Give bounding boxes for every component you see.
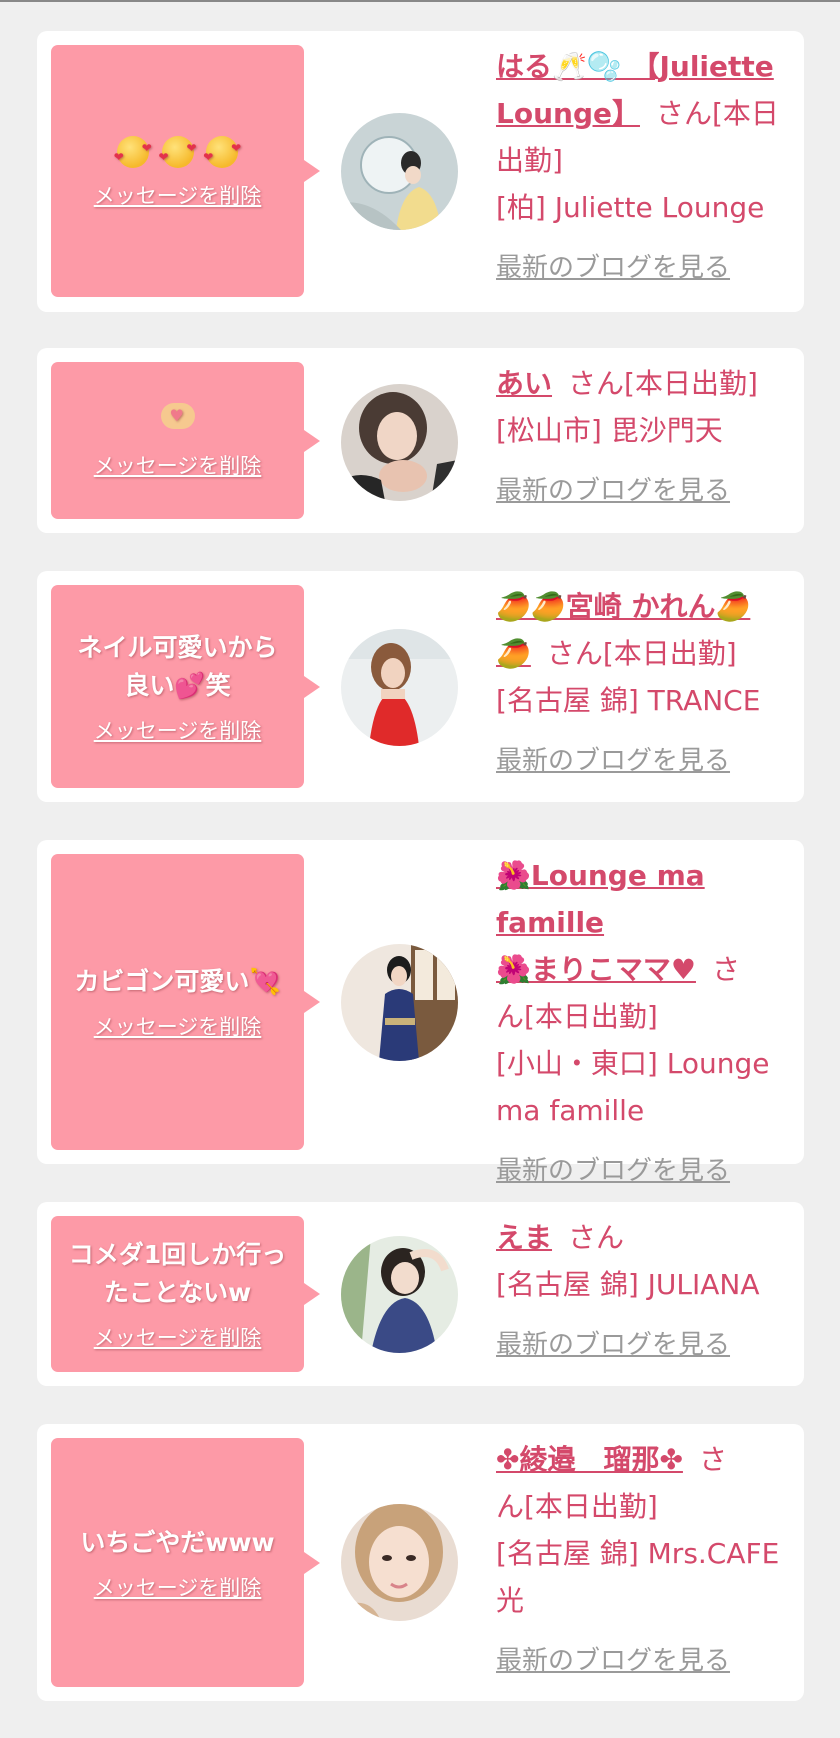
shop-area-cont: 光 <box>496 1584 525 1617</box>
shop-area: [柏] Juliette Lounge <box>496 191 765 224</box>
avatar[interactable] <box>341 113 458 230</box>
smiling-face-with-hearts-icon <box>114 129 152 176</box>
delete-message-link[interactable]: メッセージを削除 <box>94 450 262 480</box>
view-latest-blog-link[interactable]: 最新のブログを見る <box>496 468 730 515</box>
message-bubble: カビゴン可愛い💘 メッセージを削除 <box>51 854 320 1150</box>
cast-status: さん[本日出勤] <box>546 637 737 670</box>
cast-name-link[interactable]: えま <box>496 1221 552 1254</box>
avatar[interactable] <box>341 1504 458 1621</box>
shop-area: [松山市] 毘沙門天 <box>496 414 723 447</box>
cast-info: えま さん [名古屋 錦] JULIANA 最新のブログを見る <box>496 1214 796 1369</box>
cast-info: 🥭🥭宮崎 かれん🥭 🥭 さん[本日出勤] [名古屋 錦] TRANCE 最新のブロ… <box>496 583 796 785</box>
cast-name-link[interactable]: 🥭🥭宮崎 かれん🥭 <box>496 590 750 623</box>
delete-message-link[interactable]: メッセージを削除 <box>94 715 262 745</box>
cast-status: さん[本日出勤] <box>568 367 758 400</box>
cast-name-link[interactable]: あい <box>496 367 552 400</box>
cast-status-cont: ん[本日出勤] <box>496 1490 658 1523</box>
message-card: ネイル可愛いから 良い💕笑 メッセージを削除 🥭🥭宮崎 かれん🥭 🥭 さん[本日出… <box>37 571 804 802</box>
message-text: いちごやだwww <box>80 1527 275 1557</box>
cast-info: あい さん[本日出勤] [松山市] 毘沙門天 最新のブログを見る <box>496 360 796 515</box>
cast-info: ✤綾邉 瑠那✤ さ ん[本日出勤] [名古屋 錦] Mrs.CAFE 光 最新のブ… <box>496 1436 796 1685</box>
message-list: メッセージを削除 はる🥂🫧 【Juliette Lounge】さん[本日出勤] … <box>37 31 804 1701</box>
cast-info: 🌺Lounge ma famille 🌺まりこママ♥ さ ん[本日出勤] [小山・… <box>496 852 796 1195</box>
two-hearts-icon: 💕 <box>174 670 206 700</box>
message-text: ネイル可愛いから 良い💕笑 <box>77 632 278 700</box>
view-latest-blog-link[interactable]: 最新のブログを見る <box>496 738 730 785</box>
message-card: カビゴン可愛い💘 メッセージを削除 🌺Lounge ma famille 🌺まり… <box>37 840 804 1186</box>
delete-message-link[interactable]: メッセージを削除 <box>94 1322 262 1352</box>
avatar[interactable] <box>341 1236 458 1353</box>
message-emoji-row: ♥ <box>160 402 195 440</box>
delete-message-link[interactable]: メッセージを削除 <box>94 180 262 210</box>
cast-status: さん <box>568 1221 625 1254</box>
message-emoji-row <box>114 129 241 176</box>
shop-area: [名古屋 錦] Mrs.CAFE <box>496 1537 780 1570</box>
view-latest-blog-link[interactable]: 最新のブログを見る <box>496 1638 730 1685</box>
cast-name-link-cont[interactable]: Lounge】 <box>496 97 640 130</box>
shop-area-cont: ma famille <box>496 1094 645 1127</box>
avatar[interactable] <box>341 384 458 501</box>
cast-name-link[interactable]: ✤綾邉 瑠那✤ <box>496 1443 683 1476</box>
message-bubble: コメダ1回しか行っ たことないw メッセージを削除 <box>51 1216 320 1372</box>
delete-message-link[interactable]: メッセージを削除 <box>94 1011 262 1041</box>
message-card: ♥ メッセージを削除 あい さん[本日出勤] [松山市] 毘沙門天 最新のブログを… <box>37 348 804 533</box>
message-bubble: ネイル可愛いから 良い💕笑 メッセージを削除 <box>51 585 320 788</box>
message-bubble: メッセージを削除 <box>51 45 320 297</box>
message-card: いちごやだwww メッセージを削除 ✤綾邉 瑠那✤ さ ん[本日出勤] [名古屋 … <box>37 1424 804 1701</box>
heart-with-arrow-icon: 💘 <box>249 967 281 996</box>
cast-name-link[interactable]: はる🥂🫧 【Juliette <box>496 50 774 83</box>
view-latest-blog-link[interactable]: 最新のブログを見る <box>496 1148 730 1195</box>
avatar[interactable] <box>341 629 458 746</box>
smiling-face-with-hearts-icon <box>159 129 197 176</box>
message-card: メッセージを削除 はる🥂🫧 【Juliette Lounge】さん[本日出勤] … <box>37 31 804 312</box>
message-text: カビゴン可愛い💘 <box>74 967 281 996</box>
smiling-face-with-hearts-icon <box>203 129 241 176</box>
cast-status: さ <box>711 953 740 986</box>
status-divider <box>0 0 840 2</box>
cast-status: さ <box>698 1443 727 1476</box>
cast-name-link-cont[interactable]: 🥭 <box>496 637 531 670</box>
message-card: コメダ1回しか行っ たことないw メッセージを削除 えま さん [名古屋 錦] J… <box>37 1202 804 1386</box>
shop-area: [小山・東口] Lounge <box>496 1047 770 1080</box>
avatar[interactable] <box>341 944 458 1061</box>
message-text: コメダ1回しか行っ たことないw <box>68 1240 287 1307</box>
shop-area: [名古屋 錦] TRANCE <box>496 684 761 717</box>
delete-message-link[interactable]: メッセージを削除 <box>94 1572 262 1602</box>
cast-status-cont: ん[本日出勤] <box>496 1000 658 1033</box>
shop-area: [名古屋 錦] JULIANA <box>496 1268 760 1301</box>
view-latest-blog-link[interactable]: 最新のブログを見る <box>496 1322 730 1369</box>
heart-hands-icon: ♥ <box>160 402 195 429</box>
cast-info: はる🥂🫧 【Juliette Lounge】 さん[本日出勤] [柏] Julie… <box>496 43 796 292</box>
message-bubble: ♥ メッセージを削除 <box>51 362 320 519</box>
message-bubble: いちごやだwww メッセージを削除 <box>51 1438 320 1687</box>
cast-name-link-cont[interactable]: 🌺まりこママ♥ <box>496 953 696 986</box>
cast-name-link[interactable]: 🌺Lounge ma famille <box>496 859 705 939</box>
view-latest-blog-link[interactable]: 最新のブログを見る <box>496 245 730 292</box>
